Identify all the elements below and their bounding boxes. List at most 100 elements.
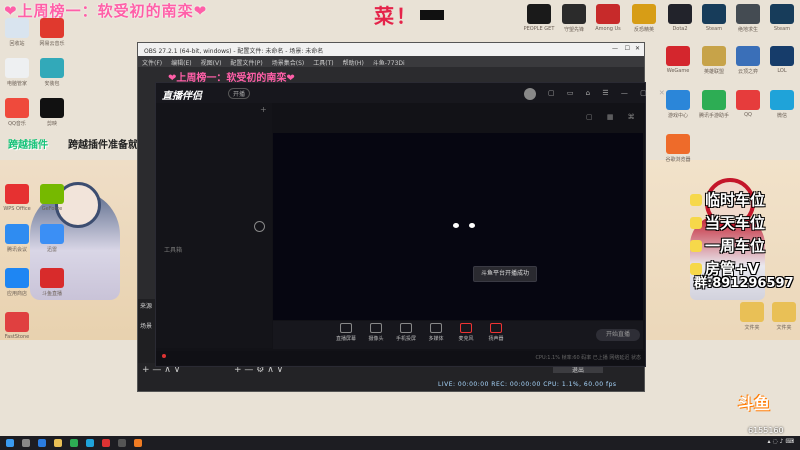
desktop-app-icon[interactable] <box>40 184 64 204</box>
crown-icon <box>690 240 702 252</box>
obs-menu-item[interactable]: 视图(V) <box>201 60 222 67</box>
preview-tools-icons[interactable]: ▢ ▦ ⌘ <box>586 113 641 121</box>
promo-item: 临时车位 <box>690 189 765 212</box>
desktop-game-icon[interactable] <box>527 4 551 24</box>
start-icon[interactable] <box>6 439 14 447</box>
obs-menu-item[interactable]: 斗鱼-773Di <box>373 60 405 67</box>
obs-taskbar-icon[interactable] <box>118 439 126 447</box>
desktop-app-label: 应用商店 <box>6 291 27 297</box>
desktop-app-icon[interactable] <box>666 46 690 66</box>
desktop-app-icon[interactable] <box>40 98 64 118</box>
wechat-icon[interactable] <box>70 439 78 447</box>
search-icon[interactable] <box>22 439 30 447</box>
promo-panel: 临时车位 当天车位 一周车位 房管+V <box>690 189 765 281</box>
qq-icon[interactable] <box>86 439 94 447</box>
companion-sidebar: + 工具箱 <box>156 103 272 348</box>
desktop-app-icon[interactable] <box>40 58 64 78</box>
desktop-app-icon[interactable] <box>5 18 29 38</box>
toolbar-button-label: 扬声器 <box>488 336 504 342</box>
desktop-game-icon[interactable] <box>736 4 760 24</box>
desktop-app-label: WPS Office <box>3 206 31 212</box>
obs-menu-item[interactable]: 配置文件(P) <box>230 60 262 67</box>
desktop-game-label: Dota2 <box>672 26 688 32</box>
toolbar-button[interactable]: 麦克风 <box>455 323 477 342</box>
obs-titlebar: OBS 27.2.1 (64-bit, windows) - 配置文件: 未命名… <box>138 43 644 56</box>
desktop-game-icon[interactable] <box>596 4 620 24</box>
stream-preview: 斗鱼平台开播成功 <box>273 133 643 320</box>
desktop-game-icon[interactable] <box>770 4 794 24</box>
edge-icon[interactable] <box>38 439 46 447</box>
obs-menu-item[interactable]: 场景集合(S) <box>272 60 305 67</box>
desktop-game-label: Steam <box>705 26 723 32</box>
window-controls[interactable]: ▢ ▭ ⌂ ☰ — ▢ ✕ <box>548 89 670 97</box>
desktop-app-icon[interactable] <box>40 18 64 38</box>
toolbar-button-label: 摄像头 <box>368 336 384 342</box>
toolbar-button-label: 麦克风 <box>458 336 474 342</box>
companion-logo: 直播伴侣 <box>162 91 202 102</box>
avatar[interactable] <box>524 88 536 100</box>
desktop-game-label: 守望先锋 <box>563 27 584 33</box>
desktop-app-icon[interactable] <box>666 134 690 154</box>
toolbar-button[interactable]: 直播屏幕 <box>335 323 357 342</box>
desktop-app-icon[interactable] <box>770 90 794 110</box>
obs-sources-label: 来源 <box>140 303 153 310</box>
toolbar-button[interactable]: 摄像头 <box>365 323 387 342</box>
more-icon[interactable] <box>254 221 265 232</box>
desktop-app-icon[interactable] <box>702 46 726 66</box>
desktop-app-label: 安装包 <box>44 81 60 87</box>
toolbar-button[interactable]: 扬声器 <box>485 323 507 342</box>
desktop-app-label: 回收站 <box>9 41 25 47</box>
desktop-app-label: 斗鱼直播 <box>41 291 62 297</box>
desktop-app-icon[interactable] <box>740 302 764 322</box>
close-icon[interactable]: ✕ <box>635 45 640 52</box>
desktop-app-icon[interactable] <box>5 312 29 332</box>
companion-badge[interactable]: 开播 <box>228 88 251 99</box>
toolbar-button[interactable]: 多媒体 <box>425 323 447 342</box>
start-live-button[interactable]: 开始直播 <box>596 329 640 341</box>
desktop-game-icon[interactable] <box>632 4 656 24</box>
promo-item: 一周车位 <box>690 235 765 258</box>
desktop-game-icon[interactable] <box>702 4 726 24</box>
qq-prefix: 群: <box>694 276 713 291</box>
desktop-app-label: 文件夹 <box>744 325 760 331</box>
companion-taskbar-icon[interactable] <box>134 439 142 447</box>
explorer-icon[interactable] <box>54 439 62 447</box>
desktop-game-icon[interactable] <box>562 4 586 24</box>
desktop-app-icon[interactable] <box>770 46 794 66</box>
room-id: 6155160 <box>748 426 784 435</box>
footer-text: CPU:1.1% 帧率:60 码率 已上播 网络延迟 状态 <box>535 355 641 361</box>
desktop-app-icon[interactable] <box>702 90 726 110</box>
desktop-app-icon[interactable] <box>736 46 760 66</box>
desktop-game-label: Steam <box>773 26 791 32</box>
desktop-app-label: 腾讯会议 <box>6 247 27 253</box>
system-tray[interactable]: ▴ ◌ ♪ ⌨ <box>768 438 794 445</box>
desktop-app-label: 网易云音乐 <box>39 41 65 47</box>
promo-item-text: 一周车位 <box>705 237 766 255</box>
desktop-app-icon[interactable] <box>736 90 760 110</box>
status-toast: 斗鱼平台开播成功 <box>473 266 537 282</box>
obs-menu-item[interactable]: 编辑(E) <box>171 60 191 67</box>
obs-menu-item[interactable]: 文件(F) <box>142 60 162 67</box>
desktop-app-icon[interactable] <box>772 302 796 322</box>
desktop-app-icon[interactable] <box>5 98 29 118</box>
minimize-icon[interactable]: — <box>612 45 618 52</box>
desktop-app-icon[interactable] <box>5 58 29 78</box>
desktop-app-icon[interactable] <box>5 268 29 288</box>
preview-dot-left <box>453 223 459 228</box>
add-icon[interactable]: + <box>260 105 267 114</box>
desktop-app-icon[interactable] <box>40 224 64 244</box>
desktop-app-icon[interactable] <box>40 268 64 288</box>
obs-menu-item[interactable]: 工具(T) <box>313 60 333 67</box>
toolbox-label: 工具箱 <box>164 247 183 254</box>
toolbar-button-icon <box>460 323 472 333</box>
desktop-game-icon[interactable] <box>668 4 692 24</box>
desktop-app-icon[interactable] <box>5 184 29 204</box>
toolbar-button[interactable]: 手机投屏 <box>395 323 417 342</box>
maximize-icon[interactable]: ☐ <box>625 45 630 52</box>
toolbar-button-icon <box>370 323 382 333</box>
obs-menu-item[interactable]: 帮助(H) <box>343 60 364 67</box>
promo-item-text: 当天车位 <box>705 214 766 232</box>
app-icon[interactable] <box>102 439 110 447</box>
desktop-app-icon[interactable] <box>5 224 29 244</box>
toolbar-button-label: 直播屏幕 <box>335 336 356 342</box>
